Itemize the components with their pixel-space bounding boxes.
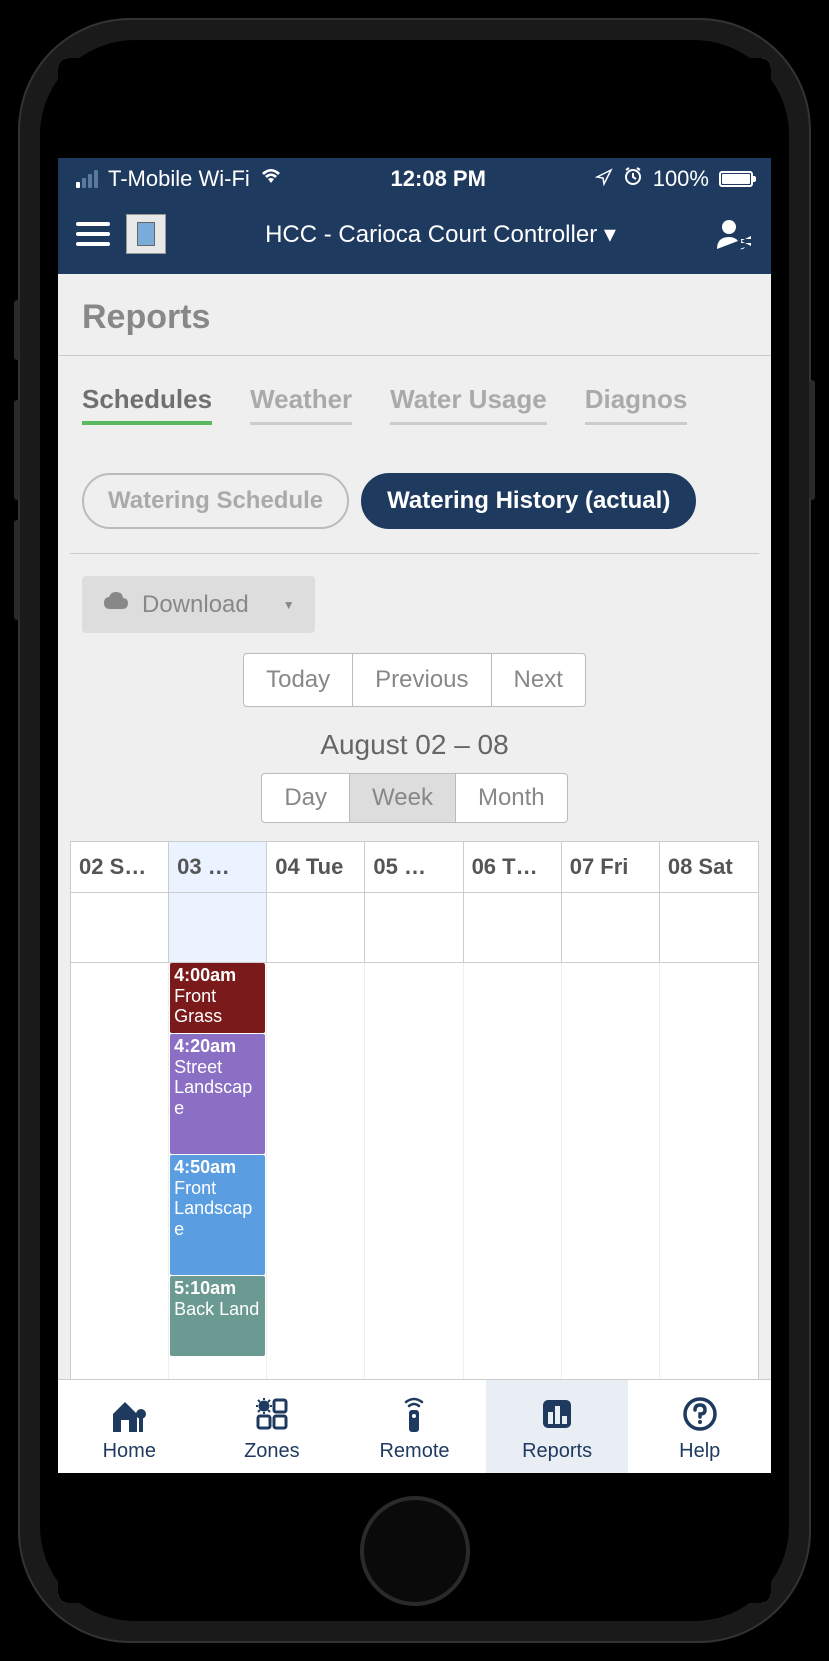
calendar-col[interactable] bbox=[464, 963, 562, 1379]
schedule-toggle: Watering Schedule Watering History (actu… bbox=[58, 433, 771, 553]
mute-switch bbox=[14, 300, 20, 360]
calendar-event[interactable]: 4:50amFront Landscape bbox=[170, 1155, 265, 1275]
nav-label: Reports bbox=[522, 1440, 592, 1463]
month-view-button[interactable]: Month bbox=[456, 773, 568, 823]
event-title: Street Landscape bbox=[174, 1057, 261, 1119]
calendar-day-header[interactable]: 03 … bbox=[169, 842, 267, 892]
calendar-col[interactable] bbox=[660, 963, 758, 1379]
battery-percent: 100% bbox=[653, 166, 709, 192]
calendar-day-header[interactable]: 02 S… bbox=[71, 842, 169, 892]
signal-icon bbox=[76, 170, 98, 188]
nav-reports[interactable]: Reports bbox=[486, 1380, 629, 1473]
event-title: Back Land bbox=[174, 1299, 261, 1320]
volume-down bbox=[14, 520, 20, 620]
calendar-day-header[interactable]: 07 Fri bbox=[562, 842, 660, 892]
calendar-event[interactable]: 4:00amFront Grass bbox=[170, 963, 265, 1033]
nav-label: Help bbox=[679, 1440, 720, 1463]
nav-label: Remote bbox=[379, 1440, 449, 1463]
phone-frame: T-Mobile Wi-Fi 12:08 PM 100% bbox=[20, 20, 809, 1641]
calendar-day-header[interactable]: 08 Sat bbox=[660, 842, 758, 892]
calendar-body[interactable]: 4:00amFront Grass4:20amStreet Landscape4… bbox=[70, 963, 759, 1379]
date-range: August 02 – 08 bbox=[58, 721, 771, 773]
calendar-day-header[interactable]: 05 … bbox=[365, 842, 463, 892]
nav-home[interactable]: Home bbox=[58, 1380, 201, 1473]
tab-diagnostics[interactable]: Diagnos bbox=[585, 384, 688, 425]
chevron-down-icon: ▾ bbox=[604, 221, 616, 248]
week-view-button[interactable]: Week bbox=[350, 773, 456, 823]
watering-schedule-toggle[interactable]: Watering Schedule bbox=[82, 473, 349, 529]
reports-icon bbox=[535, 1394, 579, 1434]
power-button bbox=[809, 380, 815, 500]
nav-help[interactable]: Help bbox=[628, 1380, 771, 1473]
calendar-col[interactable]: 4:00amFront Grass4:20amStreet Landscape4… bbox=[169, 963, 267, 1379]
calendar-event[interactable]: 5:10amBack Land bbox=[170, 1276, 265, 1356]
event-time: 5:10am bbox=[174, 1278, 261, 1299]
tab-weather[interactable]: Weather bbox=[250, 384, 352, 425]
menu-button[interactable] bbox=[76, 222, 110, 246]
calendar-header: 02 S… 03 … 04 Tue 05 … 06 T… 07 Fri 08 S… bbox=[70, 841, 759, 893]
previous-button[interactable]: Previous bbox=[353, 653, 491, 707]
device-title: HCC - Carioca Court Controller bbox=[265, 221, 597, 248]
view-toggle: Day Week Month bbox=[58, 773, 771, 841]
download-label: Download bbox=[142, 591, 249, 619]
day-view-button[interactable]: Day bbox=[261, 773, 350, 823]
cloud-download-icon bbox=[102, 590, 128, 619]
app-header: HCC - Carioca Court Controller ▾ bbox=[58, 200, 771, 274]
calendar-event[interactable]: 4:20amStreet Landscape bbox=[170, 1034, 265, 1154]
caret-down-icon: ▼ bbox=[283, 598, 295, 612]
calendar-allday-row bbox=[70, 893, 759, 963]
clock: 12:08 PM bbox=[391, 166, 486, 192]
calendar-col[interactable] bbox=[71, 963, 169, 1379]
status-bar: T-Mobile Wi-Fi 12:08 PM 100% bbox=[58, 158, 771, 200]
calendar-col[interactable] bbox=[562, 963, 660, 1379]
page-title: Reports bbox=[58, 274, 771, 356]
remote-icon bbox=[392, 1394, 436, 1434]
help-icon bbox=[678, 1394, 722, 1434]
carrier-label: T-Mobile Wi-Fi bbox=[108, 166, 250, 192]
event-time: 4:00am bbox=[174, 965, 261, 986]
calendar-day-header[interactable]: 04 Tue bbox=[267, 842, 365, 892]
event-title: Front Landscape bbox=[174, 1178, 261, 1240]
event-title: Front Grass bbox=[174, 986, 261, 1027]
bottom-nav: Home Zones Remote bbox=[58, 1379, 771, 1473]
nav-remote[interactable]: Remote bbox=[343, 1380, 486, 1473]
tab-schedules[interactable]: Schedules bbox=[82, 384, 212, 425]
report-tabs: Schedules Weather Water Usage Diagnos bbox=[58, 356, 771, 433]
tab-water-usage[interactable]: Water Usage bbox=[390, 384, 547, 425]
battery-icon bbox=[719, 171, 753, 187]
device-selector[interactable]: HCC - Carioca Court Controller ▾ bbox=[182, 220, 699, 249]
home-icon bbox=[107, 1394, 151, 1434]
device-icon bbox=[126, 214, 166, 254]
watering-history-toggle[interactable]: Watering History (actual) bbox=[361, 473, 696, 529]
today-button[interactable]: Today bbox=[243, 653, 353, 707]
event-time: 4:50am bbox=[174, 1157, 261, 1178]
nav-label: Home bbox=[103, 1440, 156, 1463]
wifi-icon bbox=[260, 167, 282, 191]
home-button[interactable] bbox=[360, 1496, 470, 1606]
nav-zones[interactable]: Zones bbox=[201, 1380, 344, 1473]
download-button[interactable]: Download ▼ bbox=[82, 576, 315, 633]
nav-label: Zones bbox=[244, 1440, 300, 1463]
zones-icon bbox=[250, 1394, 294, 1434]
calendar-day-header[interactable]: 06 T… bbox=[464, 842, 562, 892]
next-button[interactable]: Next bbox=[492, 653, 586, 707]
user-settings-button[interactable] bbox=[715, 217, 753, 251]
volume-up bbox=[14, 400, 20, 500]
bezel-top bbox=[58, 58, 771, 158]
calendar-col[interactable] bbox=[365, 963, 463, 1379]
content-area: Reports Schedules Weather Water Usage Di… bbox=[58, 274, 771, 1379]
event-time: 4:20am bbox=[174, 1036, 261, 1057]
calendar: 02 S… 03 … 04 Tue 05 … 06 T… 07 Fri 08 S… bbox=[58, 841, 771, 1379]
date-nav-buttons: Today Previous Next bbox=[58, 645, 771, 721]
location-icon bbox=[595, 166, 613, 192]
calendar-col[interactable] bbox=[267, 963, 365, 1379]
alarm-icon bbox=[623, 166, 643, 192]
